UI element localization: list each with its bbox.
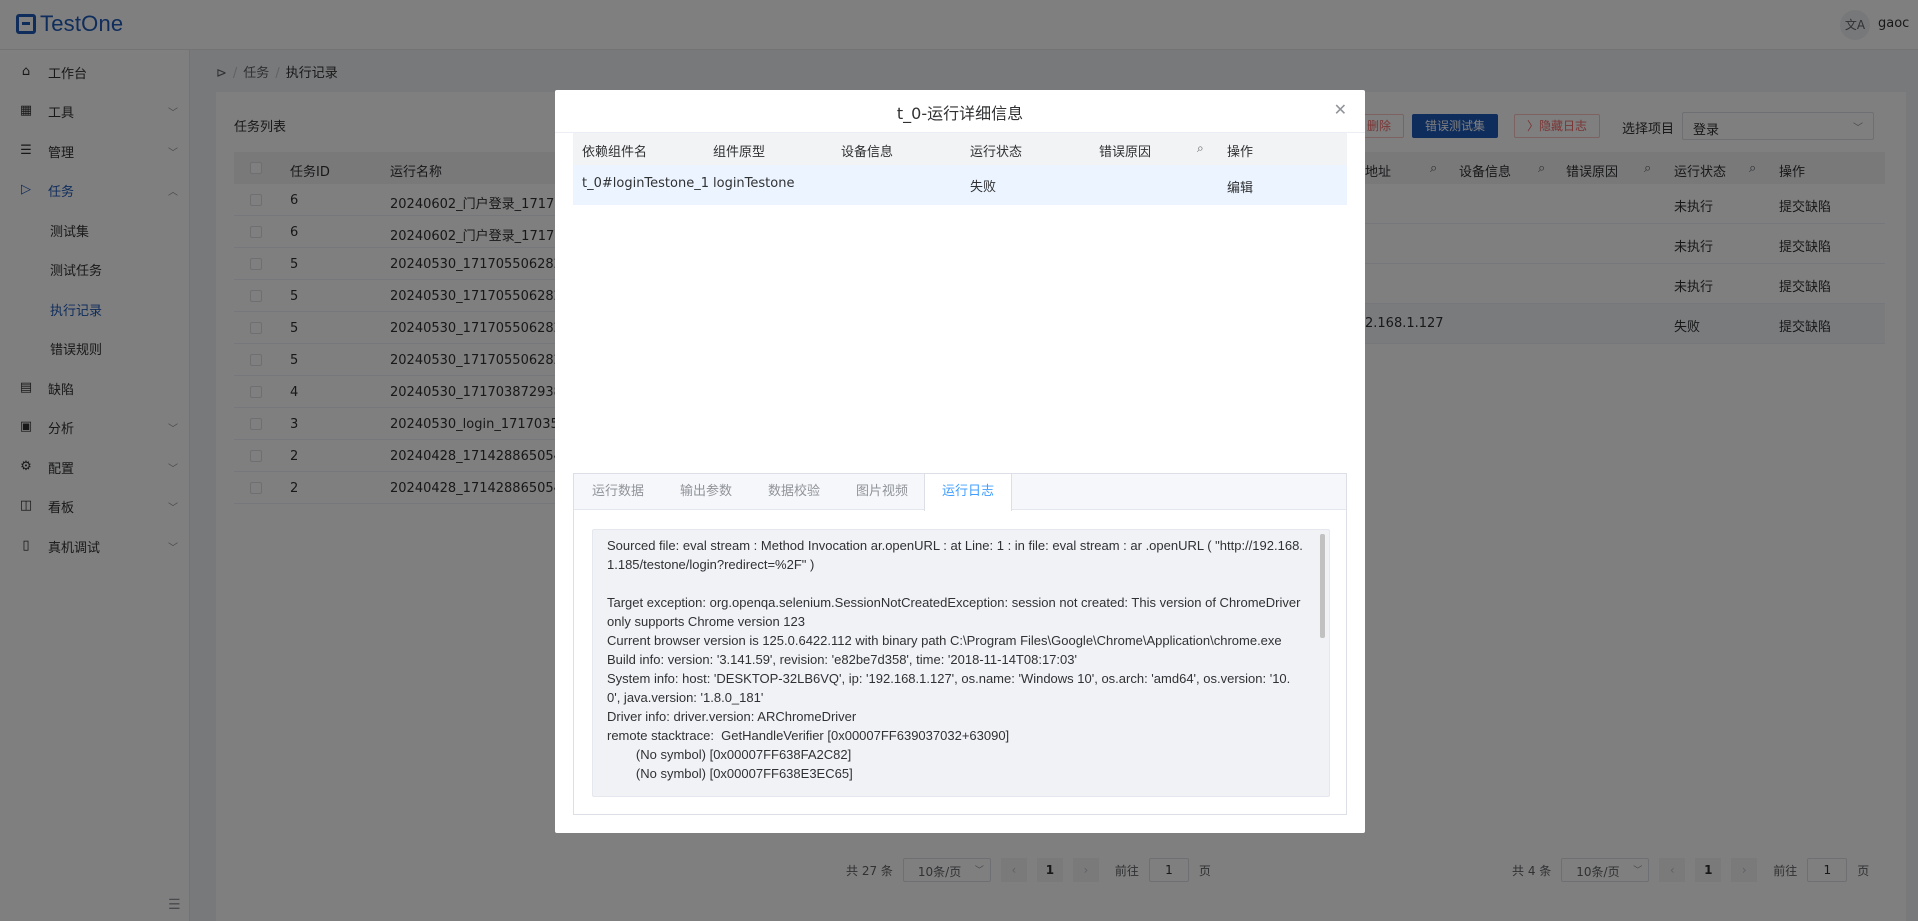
log-scrollbar[interactable] — [1320, 534, 1325, 638]
table-row[interactable]: t_0#loginTestone_1 loginTestone 失败 编辑 — [573, 165, 1347, 205]
detail-tabs: 运行数据 输出参数 数据校验 图片视频 运行日志 Sourced file: e… — [573, 473, 1347, 815]
tab-image-video[interactable]: 图片视频 — [838, 474, 926, 510]
component-table-header: 依赖组件名 组件原型 设备信息 运行状态 错误原因 ⌕ 操作 — [573, 133, 1347, 165]
run-log-text: Sourced file: eval stream : Method Invoc… — [607, 538, 1303, 781]
tab-data-check[interactable]: 数据校验 — [750, 474, 838, 510]
dialog-title: t_0-运行详细信息 — [896, 104, 1024, 123]
close-icon[interactable]: ✕ — [1334, 100, 1347, 119]
edit-link[interactable]: 编辑 — [1227, 177, 1253, 196]
tab-bar: 运行数据 输出参数 数据校验 图片视频 运行日志 — [574, 474, 1346, 511]
tab-output-params[interactable]: 输出参数 — [662, 474, 750, 510]
run-log-textarea[interactable]: Sourced file: eval stream : Method Invoc… — [592, 529, 1330, 797]
run-detail-dialog: t_0-运行详细信息 ✕ 依赖组件名 组件原型 设备信息 运行状态 错误原因 ⌕… — [555, 90, 1365, 833]
search-icon[interactable]: ⌕ — [1197, 141, 1204, 156]
tab-run-log[interactable]: 运行日志 — [924, 474, 1012, 511]
tab-run-data[interactable]: 运行数据 — [574, 474, 662, 510]
